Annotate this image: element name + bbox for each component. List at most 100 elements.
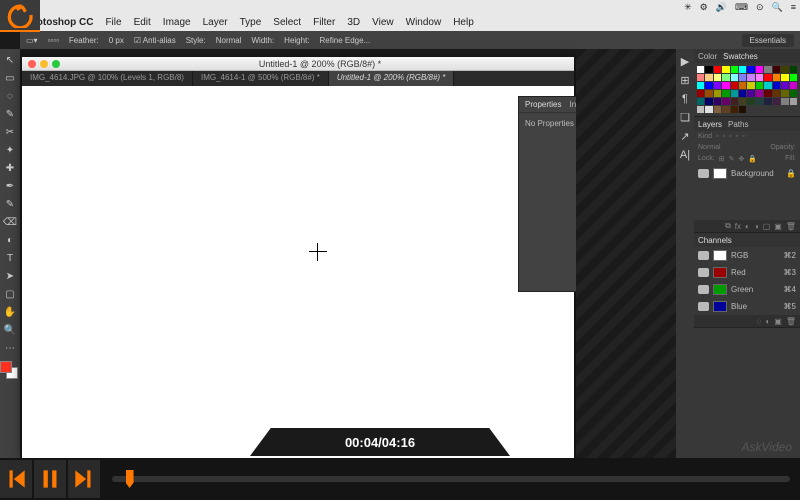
eraser-tool[interactable]: ⌫	[1, 213, 19, 231]
swatch[interactable]	[764, 98, 771, 105]
swatch[interactable]	[714, 106, 721, 113]
edit-toolbar[interactable]: ⋯	[1, 339, 19, 357]
swatch[interactable]	[697, 74, 704, 81]
color-tab[interactable]: Color	[698, 52, 717, 61]
swatches-tab[interactable]: Swatches	[723, 52, 758, 61]
swatch[interactable]	[781, 90, 788, 97]
prev-button[interactable]	[0, 460, 32, 498]
swatch[interactable]	[764, 74, 771, 81]
zoom-tool[interactable]: 🔍	[1, 321, 19, 339]
healing-tool[interactable]: ✚	[1, 159, 19, 177]
canvas[interactable]	[22, 86, 574, 459]
minimize-icon[interactable]	[40, 60, 48, 68]
swatch[interactable]	[781, 74, 788, 81]
document-tab[interactable]: IMG_4614.JPG @ 100% (Levels 1, RGB/8)	[22, 71, 193, 86]
swatch[interactable]	[739, 82, 746, 89]
swatch[interactable]	[731, 106, 738, 113]
lock-icon[interactable]: ⊞	[719, 155, 725, 163]
progress-knob[interactable]	[126, 470, 134, 488]
document-tab[interactable]: IMG_4614-1 @ 500% (RGB/8#) *	[193, 71, 329, 86]
brush-tool[interactable]: ✒	[1, 177, 19, 195]
zoom-icon[interactable]	[52, 60, 60, 68]
eyedropper-tool[interactable]: ✦	[1, 141, 19, 159]
swatch[interactable]	[756, 74, 763, 81]
progress-bar[interactable]	[112, 476, 790, 482]
magic-wand-tool[interactable]: ✎	[1, 105, 19, 123]
foreground-background-colors[interactable]	[0, 361, 18, 379]
layer-thumbnail[interactable]	[713, 168, 727, 179]
swatch[interactable]	[705, 106, 712, 113]
filter-icon[interactable]: ▫	[716, 133, 718, 140]
filter-icon[interactable]: ▫	[729, 133, 731, 140]
panel-icon[interactable]: ↗	[680, 130, 689, 143]
swatch[interactable]	[773, 90, 780, 97]
trash-icon[interactable]: 🗑	[786, 317, 796, 326]
swatch[interactable]	[747, 74, 754, 81]
swatch[interactable]	[722, 106, 729, 113]
visibility-icon[interactable]	[698, 268, 709, 277]
menu-edit[interactable]: Edit	[134, 17, 151, 28]
panel-icon[interactable]: ❏	[680, 111, 690, 124]
swatch[interactable]	[790, 66, 797, 73]
swatch[interactable]	[722, 98, 729, 105]
swatch[interactable]	[764, 90, 771, 97]
tool-preset-icon[interactable]: ▭▾	[26, 36, 38, 45]
swatch[interactable]	[756, 66, 763, 73]
panel-icon[interactable]: ▶	[681, 55, 689, 68]
visibility-icon[interactable]	[698, 169, 709, 178]
new-icon[interactable]: ▣	[774, 222, 782, 231]
adjustment-icon[interactable]: ◑	[754, 222, 759, 231]
spotlight-icon[interactable]: 🔍	[772, 2, 783, 13]
blend-mode[interactable]: Normal	[698, 144, 721, 151]
swatch[interactable]	[739, 90, 746, 97]
group-icon[interactable]: ▢	[763, 222, 771, 231]
swatch[interactable]	[705, 82, 712, 89]
back-button[interactable]	[0, 0, 40, 32]
swatch[interactable]	[747, 66, 754, 73]
refine-edge-button[interactable]: Refine Edge...	[320, 36, 371, 45]
visibility-icon[interactable]	[698, 285, 709, 294]
menu-window[interactable]: Window	[406, 17, 442, 28]
swatch[interactable]	[781, 66, 788, 73]
channel-row[interactable]: Red⌘3	[694, 264, 800, 281]
type-tool[interactable]: T	[1, 249, 19, 267]
style-value[interactable]: Normal	[216, 36, 242, 45]
pause-button[interactable]	[34, 460, 66, 498]
panel-icon[interactable]: ⊞	[680, 74, 689, 87]
swatch[interactable]	[722, 90, 729, 97]
swatch[interactable]	[731, 82, 738, 89]
feather-value[interactable]: 0 px	[109, 36, 124, 45]
swatch[interactable]	[756, 90, 763, 97]
panel-icon[interactable]: A|	[680, 149, 690, 161]
lock-icon[interactable]: 🔒	[748, 155, 757, 163]
swatch[interactable]	[764, 82, 771, 89]
layers-tab[interactable]: Layers	[698, 120, 722, 129]
new-channel-icon[interactable]: ▣	[774, 317, 782, 326]
menu-layer[interactable]: Layer	[203, 17, 228, 28]
swatch[interactable]	[739, 106, 746, 113]
selection-mode-icons[interactable]: ▫▫▫▫	[48, 36, 59, 45]
swatch[interactable]	[705, 90, 712, 97]
swatch[interactable]	[697, 66, 704, 73]
close-icon[interactable]	[28, 60, 36, 68]
swatch[interactable]	[756, 98, 763, 105]
swatch[interactable]	[790, 90, 797, 97]
keyboard-icon[interactable]: ⌨	[735, 2, 748, 13]
menu-type[interactable]: Type	[240, 17, 262, 28]
swatch[interactable]	[697, 90, 704, 97]
swatch[interactable]	[739, 66, 746, 73]
fx-icon[interactable]: fx	[735, 222, 741, 231]
channels-tab[interactable]: Channels	[698, 236, 732, 245]
swatch[interactable]	[705, 74, 712, 81]
channel-row[interactable]: RGB⌘2	[694, 247, 800, 264]
swatch[interactable]	[739, 98, 746, 105]
menu-filter[interactable]: Filter	[313, 17, 335, 28]
clone-tool[interactable]: ✎	[1, 195, 19, 213]
antialias-checkbox[interactable]: ☑ Anti-alias	[134, 36, 176, 45]
swatch[interactable]	[731, 90, 738, 97]
lock-icon[interactable]: ✎	[729, 155, 735, 163]
swatch[interactable]	[731, 74, 738, 81]
layer-row[interactable]: Background 🔒	[694, 165, 800, 182]
panel-icon[interactable]: ¶	[682, 93, 688, 105]
menu-select[interactable]: Select	[273, 17, 301, 28]
